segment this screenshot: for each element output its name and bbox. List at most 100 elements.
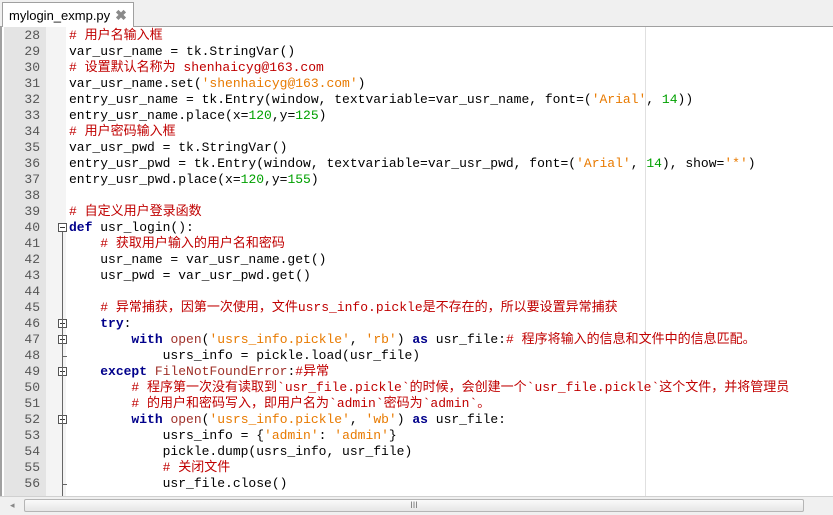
line-number: 40	[24, 220, 40, 235]
code-line[interactable]: 47 with open('usrs_info.pickle', 'rb') a…	[2, 332, 833, 348]
code-line[interactable]: 55 # 关闭文件	[2, 460, 833, 476]
token: 'admin'	[334, 428, 389, 443]
token: 'admin'	[264, 428, 319, 443]
token: # 自定义用户登录函数	[69, 204, 202, 219]
token: ), show=	[661, 156, 725, 171]
code-text: with open('usrs_info.pickle', 'rb') as u…	[69, 332, 755, 348]
code-line[interactable]: 31 var_usr_name.set('shenhaicyg@163.com')	[2, 76, 833, 92]
line-number: 32	[24, 92, 40, 107]
token: entry_usr_pwd.place(x=	[69, 172, 241, 187]
code-editor[interactable]: 28 # 用户名输入框 29 var_usr_name = tk.StringVar(…	[0, 27, 833, 496]
code-line[interactable]: 32 entry_usr_name = tk.Entry(window, text…	[2, 92, 833, 108]
line-number: 45	[24, 300, 40, 315]
token: var_usr_pwd = tk.StringVar()	[69, 140, 288, 155]
token: )	[396, 412, 413, 427]
code-line[interactable]: 40 def usr_login():	[2, 220, 833, 236]
code-line[interactable]: 29 var_usr_name = tk.StringVar()	[2, 44, 833, 60]
token: open	[170, 332, 202, 347]
token: )	[310, 172, 319, 187]
code-text: def usr_login():	[69, 220, 194, 236]
token: ,	[349, 412, 366, 427]
code-line[interactable]: 37 entry_usr_pwd.place(x=120,y=155)	[2, 172, 833, 188]
token: :	[318, 428, 335, 443]
scroll-left-icon[interactable]: ◂	[10, 500, 15, 511]
code-line[interactable]: 51 # 的用户和密码写入，即用户名为`admin`密码为`admin`。	[2, 396, 833, 412]
code-line[interactable]: 39 # 自定义用户登录函数	[2, 204, 833, 220]
code-text: # 用户名输入框	[69, 28, 163, 44]
code-line[interactable]: 45 # 异常捕获，因第一次使用，文件usrs_info.pickle是不存在的…	[2, 300, 833, 316]
code-line[interactable]: 30 # 设置默认名称为 shenhaicyg@163.com	[2, 60, 833, 76]
line-number: 30	[24, 60, 40, 75]
code-text: pickle.dump(usrs_info, usr_file)	[69, 444, 413, 460]
token: ,	[349, 332, 366, 347]
code-line[interactable]: 28 # 用户名输入框	[2, 28, 833, 44]
fold-end-marker	[62, 356, 67, 357]
code-line[interactable]: 48 usrs_info = pickle.load(usr_file)	[2, 348, 833, 364]
code-line[interactable]: 35 var_usr_pwd = tk.StringVar()	[2, 140, 833, 156]
line-number: 54	[24, 444, 40, 459]
token: as	[412, 332, 428, 347]
line-number: 48	[24, 348, 40, 363]
line-number: 44	[24, 284, 40, 299]
line-number: 39	[24, 204, 40, 219]
code-line[interactable]: 52 with open('usrs_info.pickle', 'wb') a…	[2, 412, 833, 428]
fold-toggle-icon[interactable]	[58, 223, 67, 232]
horizontal-scrollbar[interactable]: ◂ III	[0, 496, 833, 515]
line-number: 37	[24, 172, 40, 187]
line-number: 56	[24, 476, 40, 491]
token: usr_pwd = var_usr_pwd.get()	[69, 268, 311, 283]
token: entry_usr_name = tk.Entry(window, textva…	[69, 92, 592, 107]
token: :	[123, 316, 132, 331]
token: usrs_info = pickle.load(usr_file)	[69, 348, 421, 363]
code-line[interactable]: 50 # 程序第一次没有读取到`usr_file.pickle`的时候，会创建一…	[2, 380, 833, 396]
token: usr_login():	[92, 220, 194, 235]
code-line[interactable]: 53 usrs_info = {'admin': 'admin'}	[2, 428, 833, 444]
code-text: var_usr_name = tk.StringVar()	[69, 44, 295, 60]
code-line[interactable]: 43 usr_pwd = var_usr_pwd.get()	[2, 268, 833, 284]
scrollbar-thumb[interactable]: III	[24, 499, 804, 512]
token: #异常	[295, 364, 330, 379]
token: # 用户密码输入框	[69, 124, 176, 139]
code-line[interactable]: 41 # 获取用户输入的用户名和密码	[2, 236, 833, 252]
token: 'Arial'	[591, 92, 647, 107]
line-number: 31	[24, 76, 40, 91]
line-number: 29	[24, 44, 40, 59]
token: var_usr_name.set(	[69, 76, 202, 91]
close-icon[interactable]: ✖	[115, 7, 127, 24]
code-line[interactable]: 54 pickle.dump(usrs_info, usr_file)	[2, 444, 833, 460]
code-line[interactable]: 56 usr_file.close()	[2, 476, 833, 492]
line-number: 46	[24, 316, 40, 331]
token: 'usrs_info.pickle'	[209, 332, 350, 347]
code-line[interactable]: 36 entry_usr_pwd = tk.Entry(window, textv…	[2, 156, 833, 172]
token: entry_usr_pwd = tk.Entry(window, textvar…	[69, 156, 577, 171]
line-number: 53	[24, 428, 40, 443]
line-number: 55	[24, 460, 40, 475]
token: except	[100, 364, 148, 379]
token: ,y=	[271, 108, 296, 123]
token: ,	[646, 92, 662, 107]
code-line[interactable]: 42 usr_name = var_usr_name.get()	[2, 252, 833, 268]
token: 'Arial'	[576, 156, 631, 171]
token: 125	[295, 108, 319, 123]
tab-mylogin-exmp[interactable]: mylogin_exmp.py ✖	[2, 2, 134, 27]
code-text: usrs_info = pickle.load(usr_file)	[69, 348, 420, 364]
code-line[interactable]: 33 entry_usr_name.place(x=120,y=125)	[2, 108, 833, 124]
code-text: var_usr_name.set('shenhaicyg@163.com')	[69, 76, 365, 92]
code-line[interactable]: 46 try:	[2, 316, 833, 332]
token: )	[357, 76, 366, 91]
token: pickle.dump(usrs_info, usr_file)	[69, 444, 413, 459]
token: 14	[661, 92, 678, 107]
line-number: 52	[24, 412, 40, 427]
code-text: # 获取用户输入的用户名和密码	[69, 236, 285, 252]
code-line[interactable]: 38	[2, 188, 833, 204]
tab-bar: mylogin_exmp.py ✖	[0, 0, 833, 27]
line-number: 43	[24, 268, 40, 283]
code-line[interactable]: 44	[2, 284, 833, 300]
code-line[interactable]: 34 # 用户密码输入框	[2, 124, 833, 140]
code-line[interactable]: 49 except FileNotFoundError:#异常	[2, 364, 833, 380]
